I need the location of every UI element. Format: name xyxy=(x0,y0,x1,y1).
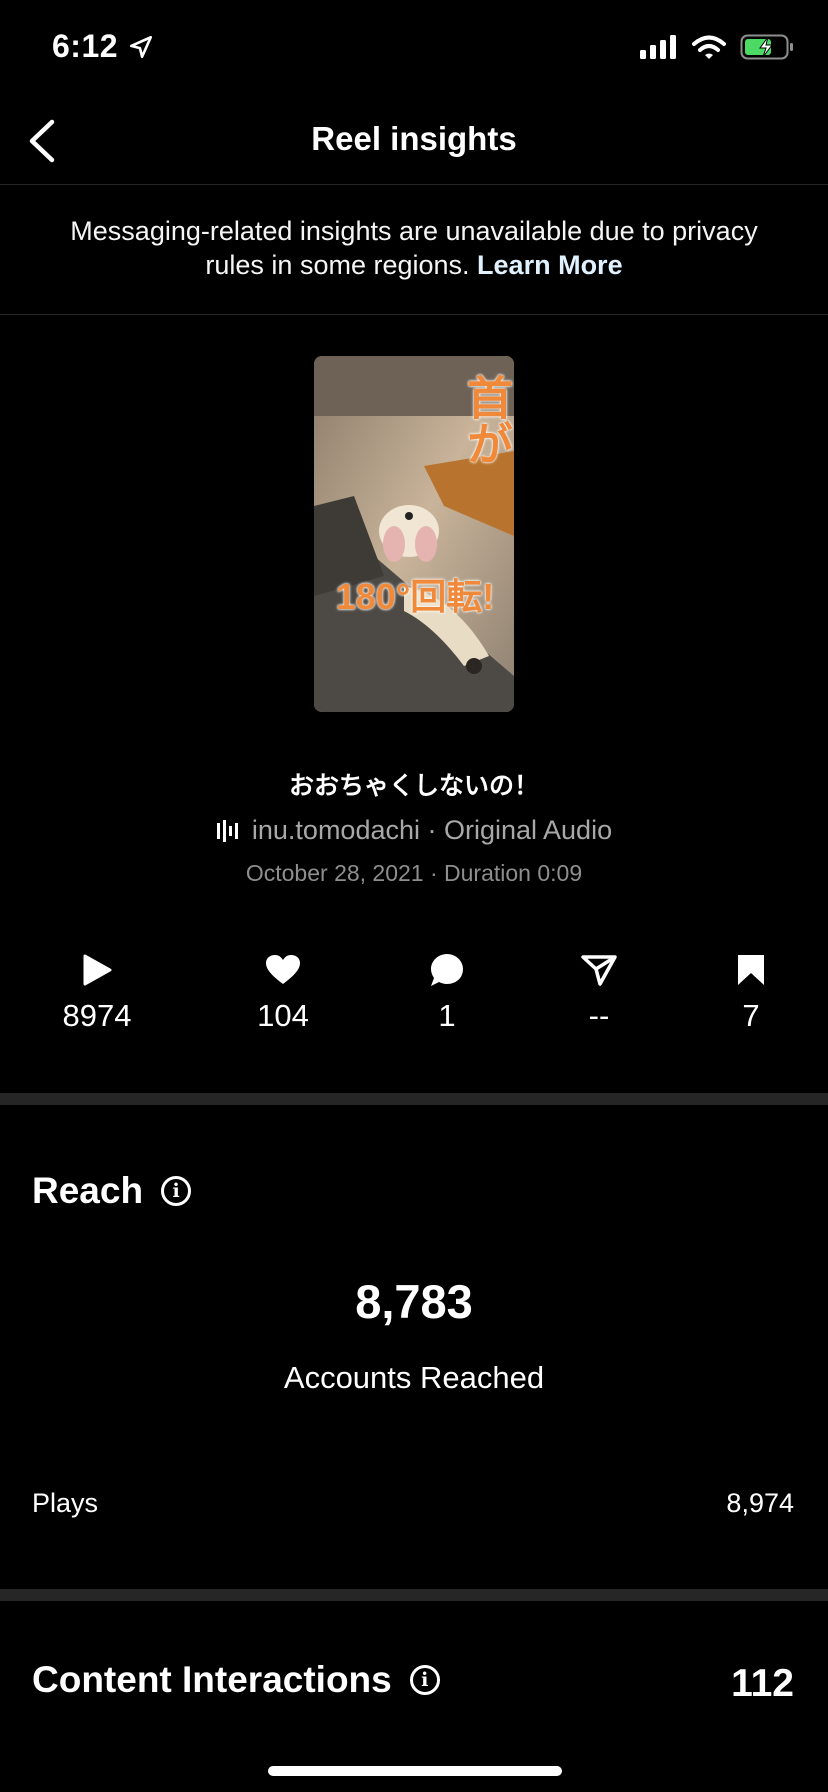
shares-count: -- xyxy=(588,998,610,1033)
overlay-top-text: 首が xyxy=(461,374,513,466)
likes-count: 104 xyxy=(257,998,309,1033)
comments-count: 1 xyxy=(438,998,456,1033)
stat-shares: -- xyxy=(529,950,669,1034)
header-divider xyxy=(0,184,828,185)
battery-icon xyxy=(740,34,793,60)
status-icons xyxy=(640,34,794,60)
audio-label: inu.tomodachi · Original Audio xyxy=(251,815,613,845)
signal-icon xyxy=(640,35,676,59)
status-time: 6:12 xyxy=(52,28,154,65)
interactions-header: Content Interactions i xyxy=(32,1659,440,1701)
location-arrow-icon xyxy=(129,35,153,58)
interactions-value: 112 xyxy=(731,1662,794,1705)
home-indicator[interactable] xyxy=(268,1766,562,1776)
accounts-reached-value: 8,783 xyxy=(355,1275,473,1328)
bookmark-icon xyxy=(738,955,764,985)
privacy-notice: Messaging-related insights are unavailab… xyxy=(60,214,768,282)
plays-count: 8974 xyxy=(62,998,132,1033)
time-text: 6:12 xyxy=(52,28,119,64)
section-divider xyxy=(0,1093,828,1105)
play-icon xyxy=(83,954,112,986)
audio-info[interactable]: inu.tomodachi · Original Audio xyxy=(0,815,828,846)
reach-title: Reach xyxy=(32,1170,144,1211)
section-divider xyxy=(0,1589,828,1601)
heart-icon xyxy=(266,955,300,984)
info-icon[interactable]: i xyxy=(161,1176,192,1206)
stat-plays: 8974 xyxy=(27,950,167,1034)
send-icon xyxy=(581,955,617,986)
notice-divider xyxy=(0,314,828,315)
notice-text: Messaging-related insights are unavailab… xyxy=(70,216,758,280)
audio-wave-icon xyxy=(216,819,238,842)
info-icon[interactable]: i xyxy=(409,1665,440,1695)
saves-count: 7 xyxy=(742,998,760,1033)
page-title: Reel insights xyxy=(311,120,517,157)
stat-saves: 7 xyxy=(681,950,821,1034)
reach-header: Reach i xyxy=(32,1170,192,1212)
stat-comments: 1 xyxy=(377,950,517,1034)
accounts-reached-label: Accounts Reached xyxy=(283,1360,545,1395)
reel-thumbnail[interactable]: 首が 180°回転! xyxy=(314,356,514,712)
reel-meta: October 28, 2021 · Duration 0:09 xyxy=(245,860,583,886)
overlay-bottom-text: 180°回転! xyxy=(335,576,495,617)
learn-more-link[interactable]: Learn More xyxy=(477,250,623,280)
plays-label: Plays xyxy=(32,1488,99,1518)
interactions-title: Content Interactions xyxy=(32,1659,392,1700)
reel-caption: おおちゃくしないの！ xyxy=(288,772,539,800)
wifi-icon xyxy=(692,35,726,59)
stat-likes: 104 xyxy=(213,950,353,1034)
plays-value: 8,974 xyxy=(726,1488,794,1518)
comment-icon xyxy=(431,954,463,986)
